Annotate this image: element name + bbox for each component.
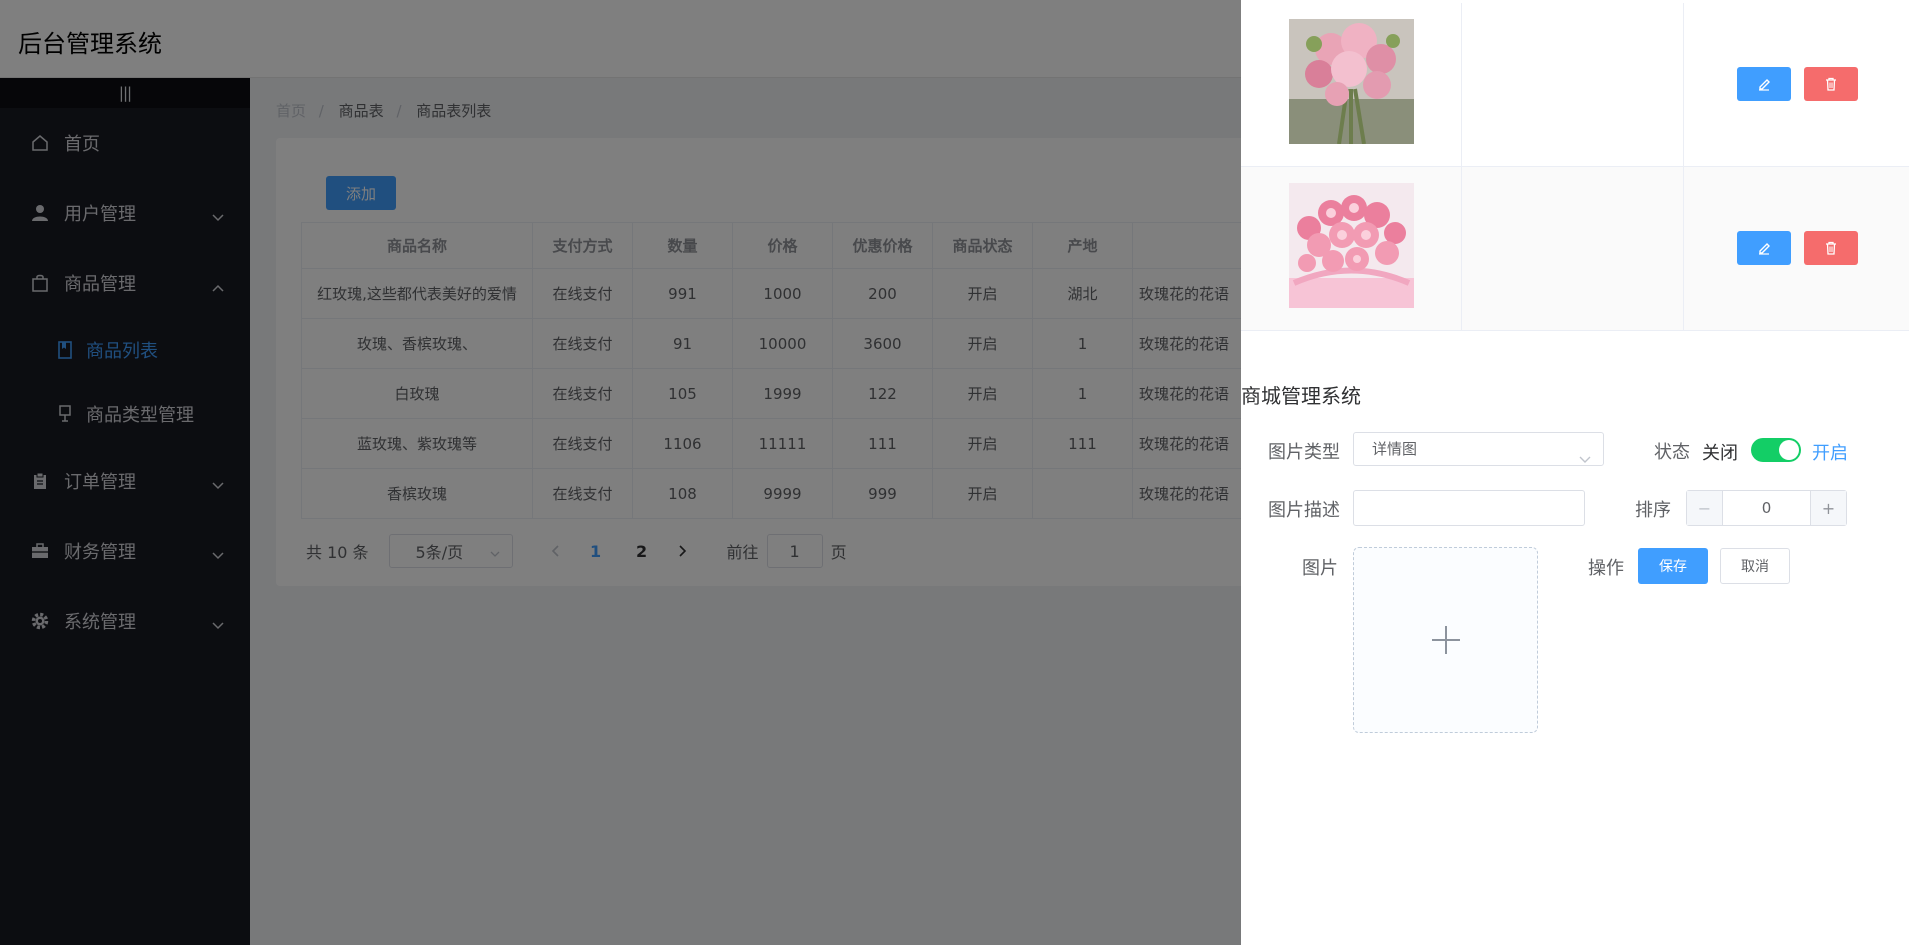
trash-icon: [1826, 77, 1836, 91]
edit-button[interactable]: [1737, 67, 1791, 101]
image-type-value: 详情图: [1372, 440, 1418, 458]
image-table: [1241, 3, 1909, 331]
edit-icon: [1759, 243, 1770, 255]
status-off-label[interactable]: 关闭: [1702, 439, 1738, 465]
image-cell: [1241, 167, 1462, 331]
status-switch[interactable]: [1751, 438, 1801, 462]
edit-button[interactable]: [1737, 231, 1791, 265]
status-label: 状态: [1654, 442, 1690, 463]
switch-knob: [1779, 440, 1799, 460]
action-label: 操作: [1588, 558, 1624, 579]
sort-value[interactable]: 0: [1723, 491, 1810, 525]
stepper-decrement-button[interactable]: −: [1687, 491, 1723, 525]
plus-icon: [1431, 626, 1460, 654]
sort-label: 排序: [1635, 500, 1671, 521]
image-cell: [1241, 3, 1462, 167]
image-label: 图片: [1302, 558, 1338, 579]
stepper-increment-button[interactable]: +: [1810, 491, 1846, 525]
form-title: 商城管理系统: [1241, 384, 1361, 408]
save-button[interactable]: 保存: [1638, 548, 1708, 584]
image-uploader[interactable]: [1353, 547, 1538, 733]
delete-button[interactable]: [1804, 67, 1858, 101]
edit-drawer: [1241, 0, 1909, 945]
sort-stepper: − 0 +: [1686, 490, 1847, 526]
desc-input[interactable]: [1353, 490, 1585, 526]
flower-image: [1289, 19, 1414, 144]
table-row: [1241, 3, 1909, 167]
table-row: [1241, 167, 1909, 331]
delete-button[interactable]: [1804, 231, 1858, 265]
trash-icon: [1826, 241, 1836, 255]
cancel-button[interactable]: 取消: [1720, 548, 1790, 584]
flower-image: [1289, 183, 1414, 308]
empty-cell: [1462, 167, 1684, 331]
desc-label: 图片描述: [1268, 500, 1340, 521]
chevron-down-icon: [1579, 443, 1591, 475]
actions-cell: [1684, 167, 1909, 331]
empty-cell: [1462, 3, 1684, 167]
image-type-label: 图片类型: [1268, 442, 1340, 463]
edit-icon: [1759, 79, 1770, 91]
image-type-select[interactable]: 详情图: [1353, 432, 1604, 466]
actions-cell: [1684, 3, 1909, 167]
status-on-label[interactable]: 开启: [1812, 439, 1848, 465]
